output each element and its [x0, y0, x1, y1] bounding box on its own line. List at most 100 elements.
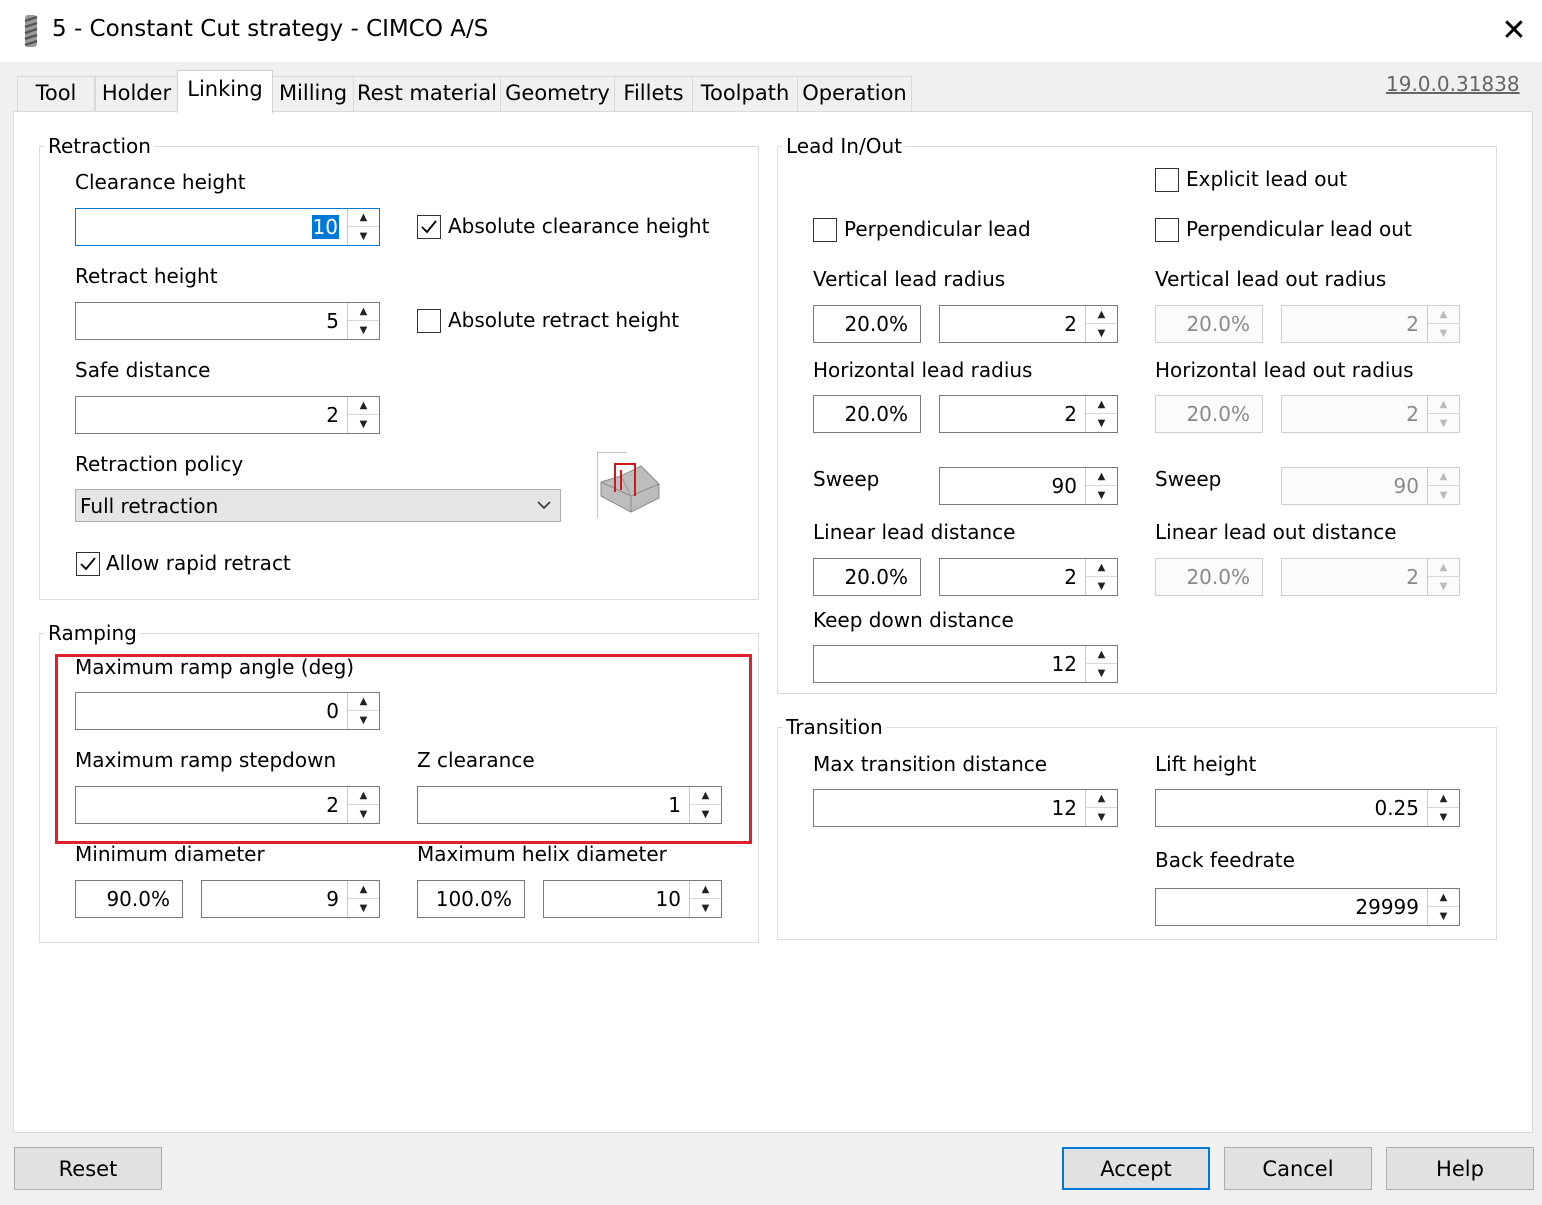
spin-down-icon[interactable]: ▼: [1428, 808, 1459, 826]
vertical-radius-pct-field[interactable]: 20.0%: [813, 305, 921, 343]
absolute-retract-checkbox[interactable]: [417, 309, 441, 333]
spin-up-icon[interactable]: ▲: [348, 881, 379, 899]
spin-down-icon[interactable]: ▼: [1428, 907, 1459, 925]
vertical-radius-spinner[interactable]: ▲ ▼: [1085, 306, 1117, 342]
horizontal-out-spinner[interactable]: ▲ ▼: [1427, 396, 1459, 432]
spin-up-icon[interactable]: ▲: [690, 881, 721, 899]
spin-up-icon[interactable]: ▲: [1428, 468, 1459, 486]
tab-tool[interactable]: Tool: [17, 76, 95, 112]
retract-height-spinner[interactable]: ▲ ▼: [347, 303, 379, 339]
min-diameter-pct-field[interactable]: 90.0%: [75, 880, 183, 918]
spin-down-icon[interactable]: ▼: [1428, 414, 1459, 432]
tab-linking[interactable]: Linking: [177, 70, 273, 113]
spin-down-icon[interactable]: ▼: [1086, 808, 1117, 826]
spin-up-icon[interactable]: ▲: [1428, 559, 1459, 577]
spin-down-icon[interactable]: ▼: [348, 415, 379, 433]
vertical-out-field[interactable]: 2 ▲ ▼: [1281, 305, 1460, 343]
spin-down-icon[interactable]: ▼: [1086, 324, 1117, 342]
sweep-spinner[interactable]: ▲ ▼: [1085, 468, 1117, 504]
vertical-out-spinner[interactable]: ▲ ▼: [1427, 306, 1459, 342]
tab-rest-material[interactable]: Rest material: [353, 76, 501, 112]
linear-out-spinner[interactable]: ▲ ▼: [1427, 559, 1459, 595]
accept-button[interactable]: Accept: [1062, 1147, 1210, 1190]
spin-up-icon[interactable]: ▲: [1086, 790, 1117, 808]
max-helix-field[interactable]: 10 ▲ ▼: [543, 880, 722, 918]
back-feedrate-spinner[interactable]: ▲ ▼: [1427, 889, 1459, 925]
spin-up-icon[interactable]: ▲: [1428, 790, 1459, 808]
linear-distance-field[interactable]: 2 ▲ ▼: [939, 558, 1118, 596]
max-transition-spinner[interactable]: ▲ ▼: [1085, 790, 1117, 826]
spin-up-icon[interactable]: ▲: [1428, 306, 1459, 324]
spin-down-icon[interactable]: ▼: [348, 899, 379, 917]
retraction-policy-select[interactable]: Full retraction: [75, 489, 561, 522]
horizontal-out-pct-field[interactable]: 20.0%: [1155, 395, 1263, 433]
max-helix-spinner[interactable]: ▲ ▼: [689, 881, 721, 917]
explicit-lead-out-checkbox[interactable]: [1155, 168, 1179, 192]
max-helix-pct-field[interactable]: 100.0%: [417, 880, 525, 918]
tab-fillets[interactable]: Fillets: [614, 76, 693, 112]
safe-distance-spinner[interactable]: ▲ ▼: [347, 397, 379, 433]
spin-up-icon[interactable]: ▲: [1428, 889, 1459, 907]
vertical-out-pct-field[interactable]: 20.0%: [1155, 305, 1263, 343]
spin-up-icon[interactable]: ▲: [348, 209, 379, 227]
spin-up-icon[interactable]: ▲: [1086, 306, 1117, 324]
linear-out-field[interactable]: 2 ▲ ▼: [1281, 558, 1460, 596]
spin-up-icon[interactable]: ▲: [1086, 646, 1117, 664]
spin-down-icon[interactable]: ▼: [348, 321, 379, 339]
spin-up-icon[interactable]: ▲: [348, 303, 379, 321]
safe-distance-field[interactable]: 2 ▲ ▼: [75, 396, 380, 434]
allow-rapid-checkbox[interactable]: [76, 552, 100, 576]
spin-down-icon[interactable]: ▼: [1086, 664, 1117, 682]
absolute-clearance-checkbox[interactable]: [417, 215, 441, 239]
spin-down-icon[interactable]: ▼: [1428, 324, 1459, 342]
horizontal-radius-pct-field[interactable]: 20.0%: [813, 395, 921, 433]
spin-down-icon[interactable]: ▼: [1086, 577, 1117, 595]
keep-down-field[interactable]: 12 ▲ ▼: [813, 645, 1118, 683]
spin-down-icon[interactable]: ▼: [1086, 486, 1117, 504]
clearance-height-field[interactable]: 10 ▲ ▼: [75, 208, 380, 246]
max-transition-field[interactable]: 12 ▲ ▼: [813, 789, 1118, 827]
tab-toolpath[interactable]: Toolpath: [692, 76, 798, 112]
min-diameter-spinner[interactable]: ▲ ▼: [347, 881, 379, 917]
linear-distance-pct-field[interactable]: 20.0%: [813, 558, 921, 596]
sweep-out-field[interactable]: 90 ▲ ▼: [1281, 467, 1460, 505]
horizontal-radius-spinner[interactable]: ▲ ▼: [1085, 396, 1117, 432]
horizontal-radius-field[interactable]: 2 ▲ ▼: [939, 395, 1118, 433]
min-diameter-field[interactable]: 9 ▲ ▼: [201, 880, 380, 918]
reset-button[interactable]: Reset: [14, 1147, 162, 1190]
retract-height-field[interactable]: 5 ▲ ▼: [75, 302, 380, 340]
spin-up-icon[interactable]: ▲: [1086, 559, 1117, 577]
lift-height-spinner[interactable]: ▲ ▼: [1427, 790, 1459, 826]
spin-up-icon[interactable]: ▲: [1086, 468, 1117, 486]
sweep-out-spinner[interactable]: ▲ ▼: [1427, 468, 1459, 504]
min-diameter-pct-value: 90.0%: [106, 887, 170, 911]
tab-milling[interactable]: Milling: [272, 76, 354, 112]
vertical-radius-field[interactable]: 2 ▲ ▼: [939, 305, 1118, 343]
close-button[interactable]: ✕: [1492, 10, 1536, 50]
spin-up-icon[interactable]: ▲: [348, 397, 379, 415]
horizontal-out-field[interactable]: 2 ▲ ▼: [1281, 395, 1460, 433]
spin-down-icon[interactable]: ▼: [1428, 486, 1459, 504]
lift-height-field[interactable]: 0.25 ▲ ▼: [1155, 789, 1460, 827]
sweep-field[interactable]: 90 ▲ ▼: [939, 467, 1118, 505]
perpendicular-lead-checkbox[interactable]: [813, 218, 837, 242]
linear-distance-spinner[interactable]: ▲ ▼: [1085, 559, 1117, 595]
linear-out-pct-field[interactable]: 20.0%: [1155, 558, 1263, 596]
help-button[interactable]: Help: [1386, 1147, 1534, 1190]
spin-down-icon[interactable]: ▼: [690, 899, 721, 917]
tab-holder[interactable]: Holder: [95, 76, 178, 112]
cancel-button[interactable]: Cancel: [1224, 1147, 1372, 1190]
spin-down-icon[interactable]: ▼: [1086, 414, 1117, 432]
perpendicular-lead-out-checkbox[interactable]: [1155, 218, 1179, 242]
spin-up-icon[interactable]: ▲: [1428, 396, 1459, 414]
spin-down-icon[interactable]: ▼: [348, 227, 379, 245]
spin-down-icon[interactable]: ▼: [1428, 577, 1459, 595]
keep-down-spinner[interactable]: ▲ ▼: [1085, 646, 1117, 682]
tab-operation[interactable]: Operation: [797, 76, 912, 112]
tab-geometry[interactable]: Geometry: [500, 76, 615, 112]
clearance-height-spinner[interactable]: ▲ ▼: [347, 209, 379, 245]
clearance-height-value: 10: [311, 215, 339, 239]
back-feedrate-field[interactable]: 29999 ▲ ▼: [1155, 888, 1460, 926]
version-link[interactable]: 19.0.0.31838: [1386, 72, 1520, 96]
spin-up-icon[interactable]: ▲: [1086, 396, 1117, 414]
